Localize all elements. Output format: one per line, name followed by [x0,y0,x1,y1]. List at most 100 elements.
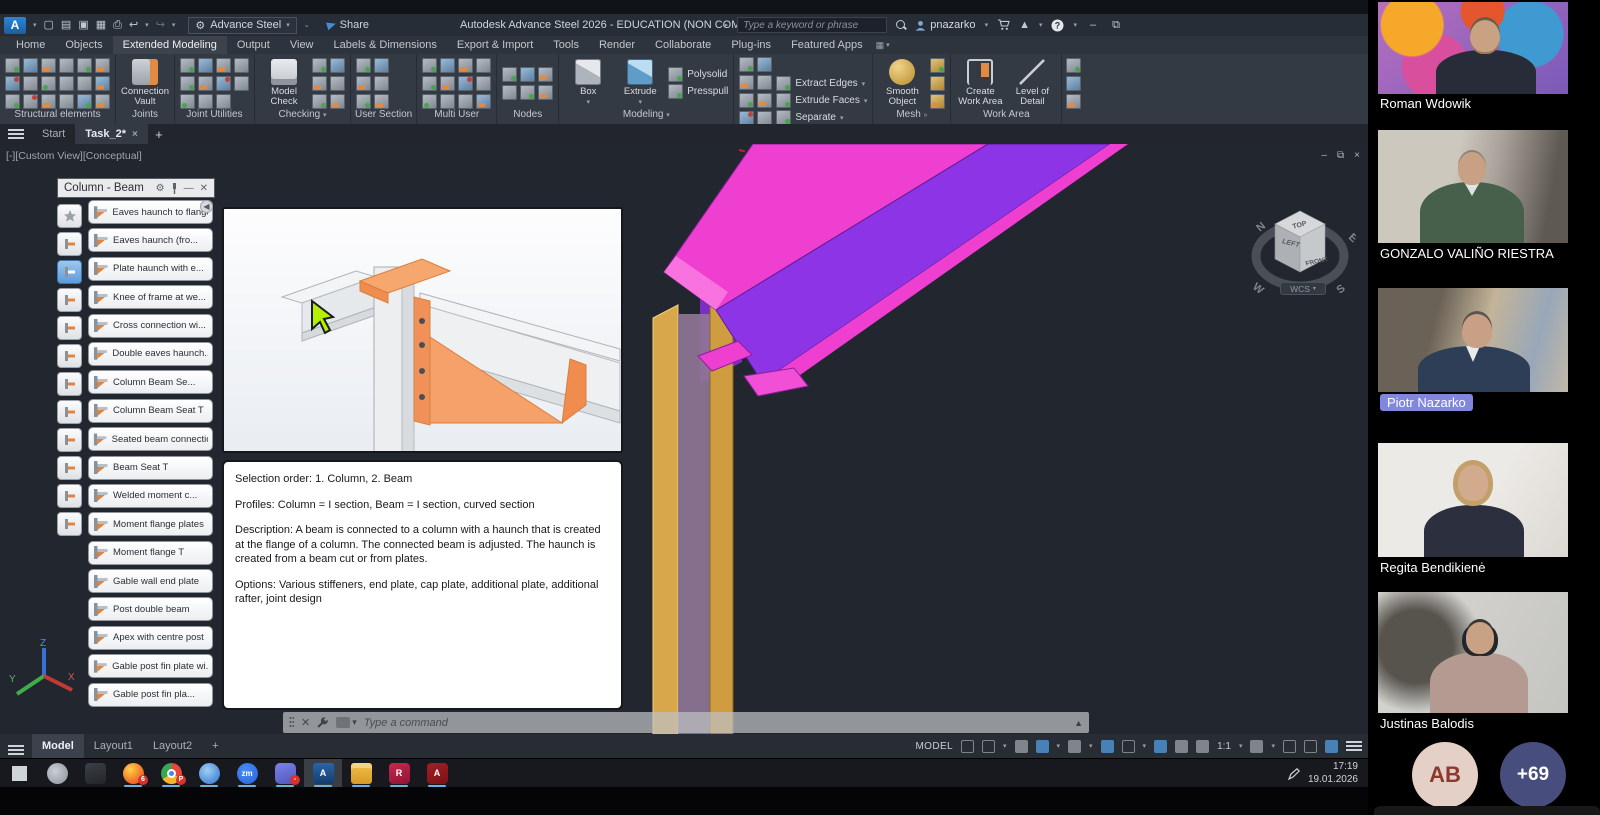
ortho-toggle-icon[interactable] [1015,740,1028,753]
panel-label[interactable]: Work Area [951,109,1061,124]
tool-icon[interactable] [422,94,437,109]
account-button[interactable]: pnazarko [915,19,975,31]
tool-icon[interactable] [180,58,195,73]
tool-icon[interactable] [95,94,110,109]
smooth-object-button[interactable]: Smooth Object [878,59,926,107]
palette-close-icon[interactable]: ✕ [200,183,208,194]
taskbar-app-teams[interactable]: - [266,759,304,788]
doc-tab-task-2-[interactable]: Task_2*× [75,124,148,144]
menu-tab-render[interactable]: Render [589,36,645,54]
osnap-arrow-icon[interactable]: ▾ [1143,742,1147,750]
menu-tab-view[interactable]: View [280,36,324,54]
clipboard-icon[interactable] [1066,58,1081,73]
clean-screen-icon[interactable] [1304,740,1317,753]
participant-video-tile[interactable] [1378,288,1568,392]
palette-minimize-icon[interactable]: — [184,183,194,194]
tool-icon[interactable] [356,94,371,109]
palette-category-10[interactable] [57,484,82,508]
tool-icon[interactable] [757,75,772,90]
workspace-expand-icon[interactable]: ⌄ [304,21,310,29]
viewport-context-label[interactable]: [-][Custom View][Conceptual] [6,150,142,162]
menu-tab-collaborate[interactable]: Collaborate [645,36,721,54]
taskbar-app-r-app[interactable]: R [380,759,418,788]
recent-commands-button[interactable]: ▾ [336,717,357,728]
compass-east[interactable]: E [1346,231,1356,245]
panel-label[interactable]: User Section [351,109,416,124]
tool-icon[interactable] [422,76,437,91]
tool-icon[interactable] [502,67,517,82]
viewport-restore-button[interactable]: ⧉ [1337,150,1344,161]
tool-icon[interactable] [330,58,345,73]
palette-item[interactable]: Moment flange T [88,541,213,565]
tool-icon[interactable] [180,94,195,109]
tool-icon[interactable] [374,58,389,73]
box-button[interactable]: Box▾ [564,59,612,106]
palette-category-1[interactable] [57,232,82,256]
menu-tab-featured-apps[interactable]: Featured Apps [781,36,873,54]
palette-category-3[interactable] [57,288,82,312]
tool-icon[interactable] [216,58,231,73]
pin-icon[interactable] [171,183,178,194]
wcs-selector[interactable]: WCS▾ [1280,282,1326,295]
drawing-viewport[interactable]: [-][Custom View][Conceptual] – ⧉ × N E S… [0,144,1368,734]
tool-icon[interactable] [216,94,231,109]
participant-video-tile[interactable] [1378,443,1568,557]
model-space-indicator[interactable]: MODEL [915,741,953,752]
doc-tab-start[interactable]: Start [32,124,75,144]
minimize-button[interactable]: – [1086,19,1100,31]
panel-label[interactable]: Mesh » [873,109,950,124]
palette-settings-icon[interactable]: ⚙ [156,183,165,194]
tool-icon[interactable] [198,76,213,91]
tool-icon[interactable] [739,93,754,108]
plot-icon[interactable]: ⎙ [113,20,122,31]
match-icon[interactable] [1066,94,1081,109]
palette-item[interactable]: Beam Seat T [88,456,213,480]
create-work-area-button[interactable]: Create Work Area [956,59,1004,107]
taskbar-app-start[interactable] [0,759,38,788]
menu-tab-objects[interactable]: Objects [55,36,112,54]
tool-icon[interactable] [23,76,38,91]
tool-icon[interactable] [458,94,473,109]
palette-item[interactable]: Apex with centre post [88,626,213,650]
menu-tab-extended-modeling[interactable]: Extended Modeling [113,36,227,54]
tool-icon[interactable] [77,76,92,91]
palette-item[interactable]: Gable post fin plate wi... [88,654,213,678]
search-icon[interactable] [896,20,906,30]
palette-category-7[interactable] [57,400,82,424]
tool-icon[interactable] [458,76,473,91]
layout-tab-model[interactable]: Model [32,734,84,758]
palette-category-8[interactable] [57,428,82,452]
tool-icon[interactable] [59,76,74,91]
tool-icon[interactable] [356,58,371,73]
search-expand-icon[interactable]: ▸ [725,21,729,29]
column-web[interactable] [678,314,710,734]
open-file-icon[interactable]: ▤ [61,20,71,31]
panel-label[interactable]: Nodes [497,109,558,124]
panel-label[interactable]: Structural elements [0,109,115,124]
tool-icon[interactable] [520,85,535,100]
tool-icon[interactable] [23,58,38,73]
tool-icon[interactable] [198,58,213,73]
crosshair-icon[interactable] [1283,740,1296,753]
taskbar-app-advance-steel[interactable]: A [304,759,342,788]
tool-icon[interactable] [312,76,327,91]
taskbar-app-acrobat[interactable]: A [418,759,456,788]
taskbar-app-firefox[interactable]: 6 [114,759,152,788]
extrude-button[interactable]: Extrude▾ [616,59,664,106]
presspull-button[interactable]: Presspull [668,84,728,99]
tool-icon[interactable] [757,57,772,72]
properties-icon[interactable] [1066,76,1081,91]
panel-label[interactable]: Checking ▾ [255,109,350,124]
menu-tab-labels-dimensions[interactable]: Labels & Dimensions [324,36,447,54]
tool-icon[interactable] [198,94,213,109]
palette-item[interactable]: Moment flange plates [88,512,213,536]
tool-icon[interactable] [458,58,473,73]
tool-icon[interactable] [356,76,371,91]
palette-item[interactable]: Eaves haunch (fro... [88,228,213,252]
participant-video-tile[interactable] [1378,130,1568,243]
panel-label[interactable]: Joints [116,109,174,124]
filter-icon[interactable] [1325,740,1338,753]
undo-icon[interactable]: ↩ [129,20,138,31]
app-menu-button[interactable]: A [4,17,26,34]
tool-icon[interactable] [930,94,945,109]
